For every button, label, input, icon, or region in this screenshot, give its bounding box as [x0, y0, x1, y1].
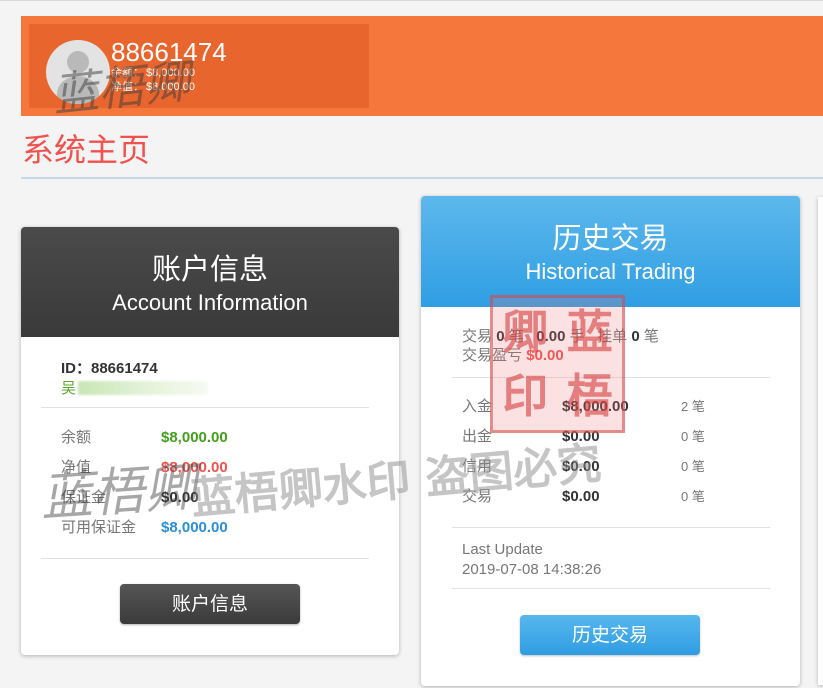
row-label: 余额: [61, 429, 92, 446]
history-card-header: 历史交易 Historical Trading: [421, 196, 800, 307]
pending-count: 0: [631, 328, 640, 345]
account-info-card: 账户信息 Account Information ID：88661474 吴 余…: [21, 227, 399, 655]
history-card-title-en: Historical Trading: [525, 259, 696, 284]
row-value: $8,000.00: [161, 429, 228, 446]
top-border: [0, 0, 823, 1]
history-card-title-cn: 历史交易: [552, 221, 669, 255]
last-update-value: 2019-07-08 14:38:26: [462, 561, 602, 578]
title-divider: [21, 177, 823, 179]
last-update: Last Update 2019-07-08 14:38:26: [462, 540, 601, 580]
next-card-edge: [818, 197, 823, 685]
account-card-header: 账户信息 Account Information: [21, 227, 399, 337]
signature-watermark: 蓝梧卿: [38, 457, 199, 529]
divider: [41, 558, 369, 559]
page-title: 系统主页: [22, 131, 151, 169]
name-redaction: [78, 381, 209, 395]
divider: [452, 527, 770, 528]
account-holder-name: 吴: [61, 377, 209, 398]
history-trading-button[interactable]: 历史交易: [520, 615, 700, 655]
last-update-label: Last Update: [462, 541, 543, 558]
account-card-title-en: Account Information: [112, 290, 308, 315]
account-id-line: ID：88661474: [61, 360, 158, 377]
account-info-button[interactable]: 账户信息: [120, 584, 300, 624]
divider: [452, 588, 770, 589]
divider: [41, 407, 369, 408]
seal-stamp: 卿 蓝 印 梧: [490, 295, 625, 433]
account-card-title-cn: 账户信息: [151, 252, 268, 286]
